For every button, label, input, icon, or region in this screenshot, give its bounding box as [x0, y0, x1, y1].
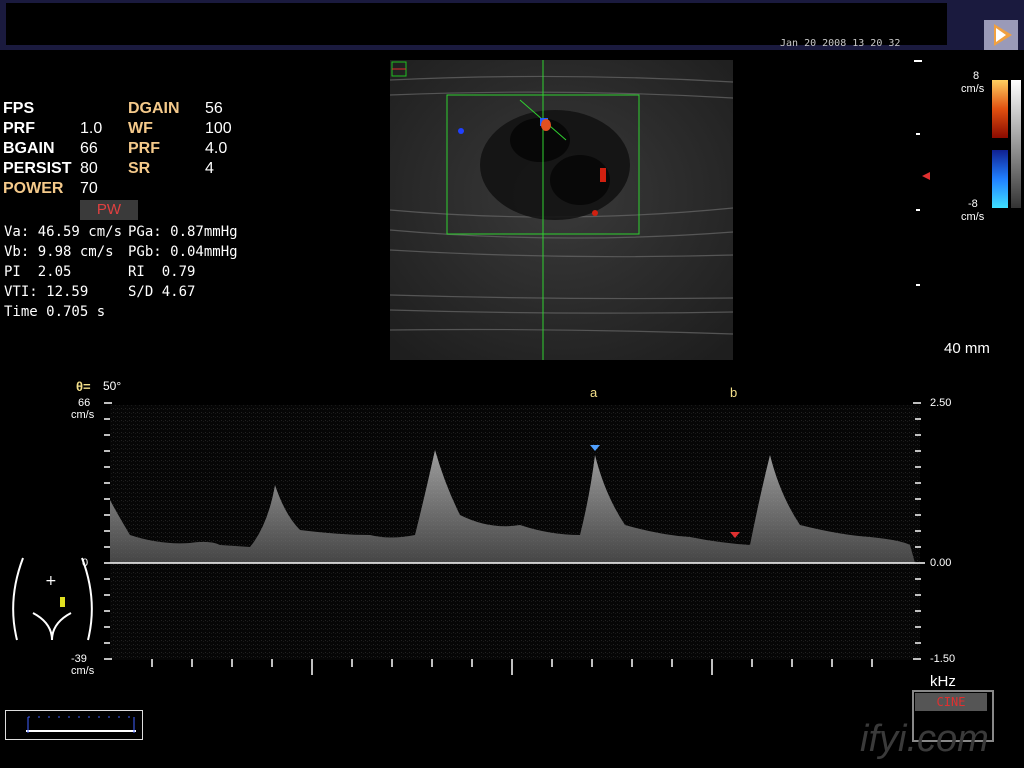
- velocity-top-unit: cm/s: [71, 409, 95, 421]
- color-bar-negative: [992, 150, 1008, 208]
- scale-bottom-value: -8: [968, 198, 978, 210]
- velocity-top: 66: [78, 397, 91, 409]
- param-label: SR: [128, 160, 151, 177]
- param-value: 80: [80, 160, 98, 177]
- param-label: PRF: [128, 140, 160, 157]
- khz-label: kHz: [930, 673, 956, 690]
- pi-measurement: PI 2.05: [4, 264, 72, 280]
- scale-top-unit: cm/s: [961, 83, 985, 95]
- param-label: BGAIN: [3, 140, 55, 157]
- bmode-image[interactable]: [390, 60, 733, 360]
- param-label: PRF: [3, 120, 35, 137]
- depth-readout: 40 mm: [944, 340, 990, 357]
- freq-zero: 0.00: [930, 557, 952, 569]
- va-measurement: Va: 46.59 cm/s: [4, 224, 123, 240]
- param-value: 70: [80, 180, 98, 197]
- color-bar-positive: [992, 80, 1008, 138]
- angle-label: θ=: [76, 379, 91, 394]
- depth-tick: [916, 284, 920, 286]
- logo-icon: [984, 20, 1018, 50]
- pga-measurement: PGa: 0.87mmHg: [128, 224, 238, 240]
- param-value: 4: [205, 160, 214, 177]
- watermark: ifyi.com: [860, 718, 989, 760]
- vti-measurement: VTI: 12.59: [4, 284, 89, 300]
- param-value: 100: [205, 120, 232, 137]
- param-value: 4.0: [205, 140, 228, 157]
- velocity-bottom: -39: [71, 653, 87, 665]
- param-label: PERSIST: [3, 160, 72, 177]
- depth-tick: [914, 60, 922, 62]
- scale-bottom-unit: cm/s: [961, 211, 985, 223]
- focus-marker-icon[interactable]: [922, 172, 930, 180]
- param-value: 56: [205, 100, 223, 117]
- param-value: 66: [80, 140, 98, 157]
- svg-text:+: +: [45, 573, 57, 589]
- param-label: POWER: [3, 180, 64, 197]
- sd-measurement: S/D 4.67: [128, 284, 196, 300]
- scale-top-value: 8: [973, 70, 980, 82]
- body-marker-icon[interactable]: +: [5, 555, 100, 645]
- variance-bar: [1011, 80, 1021, 208]
- ri-measurement: RI 0.79: [128, 264, 196, 280]
- date-time: Jan 20 2008 13 20 32: [780, 38, 901, 49]
- pw-mode-button[interactable]: PW: [80, 200, 138, 220]
- param-label: FPS: [3, 100, 35, 117]
- param-label: WF: [128, 120, 153, 137]
- angle-value: 50°: [103, 379, 122, 393]
- param-label: DGAIN: [128, 100, 180, 117]
- freq-top: 2.50: [930, 397, 952, 409]
- doppler-spectrum: [104, 402, 925, 675]
- time-measurement: Time 0.705 s: [4, 304, 106, 320]
- depth-tick: [916, 209, 920, 211]
- cine-button[interactable]: CINE: [915, 693, 987, 711]
- freq-bottom: -1.50: [930, 653, 956, 665]
- probe-indicator: [5, 710, 143, 740]
- vb-measurement: Vb: 9.98 cm/s: [4, 244, 114, 260]
- depth-tick: [916, 133, 920, 135]
- velocity-bottom-unit: cm/s: [71, 665, 95, 677]
- pgb-measurement: PGb: 0.04mmHg: [128, 244, 238, 260]
- param-value: 1.0: [80, 120, 103, 137]
